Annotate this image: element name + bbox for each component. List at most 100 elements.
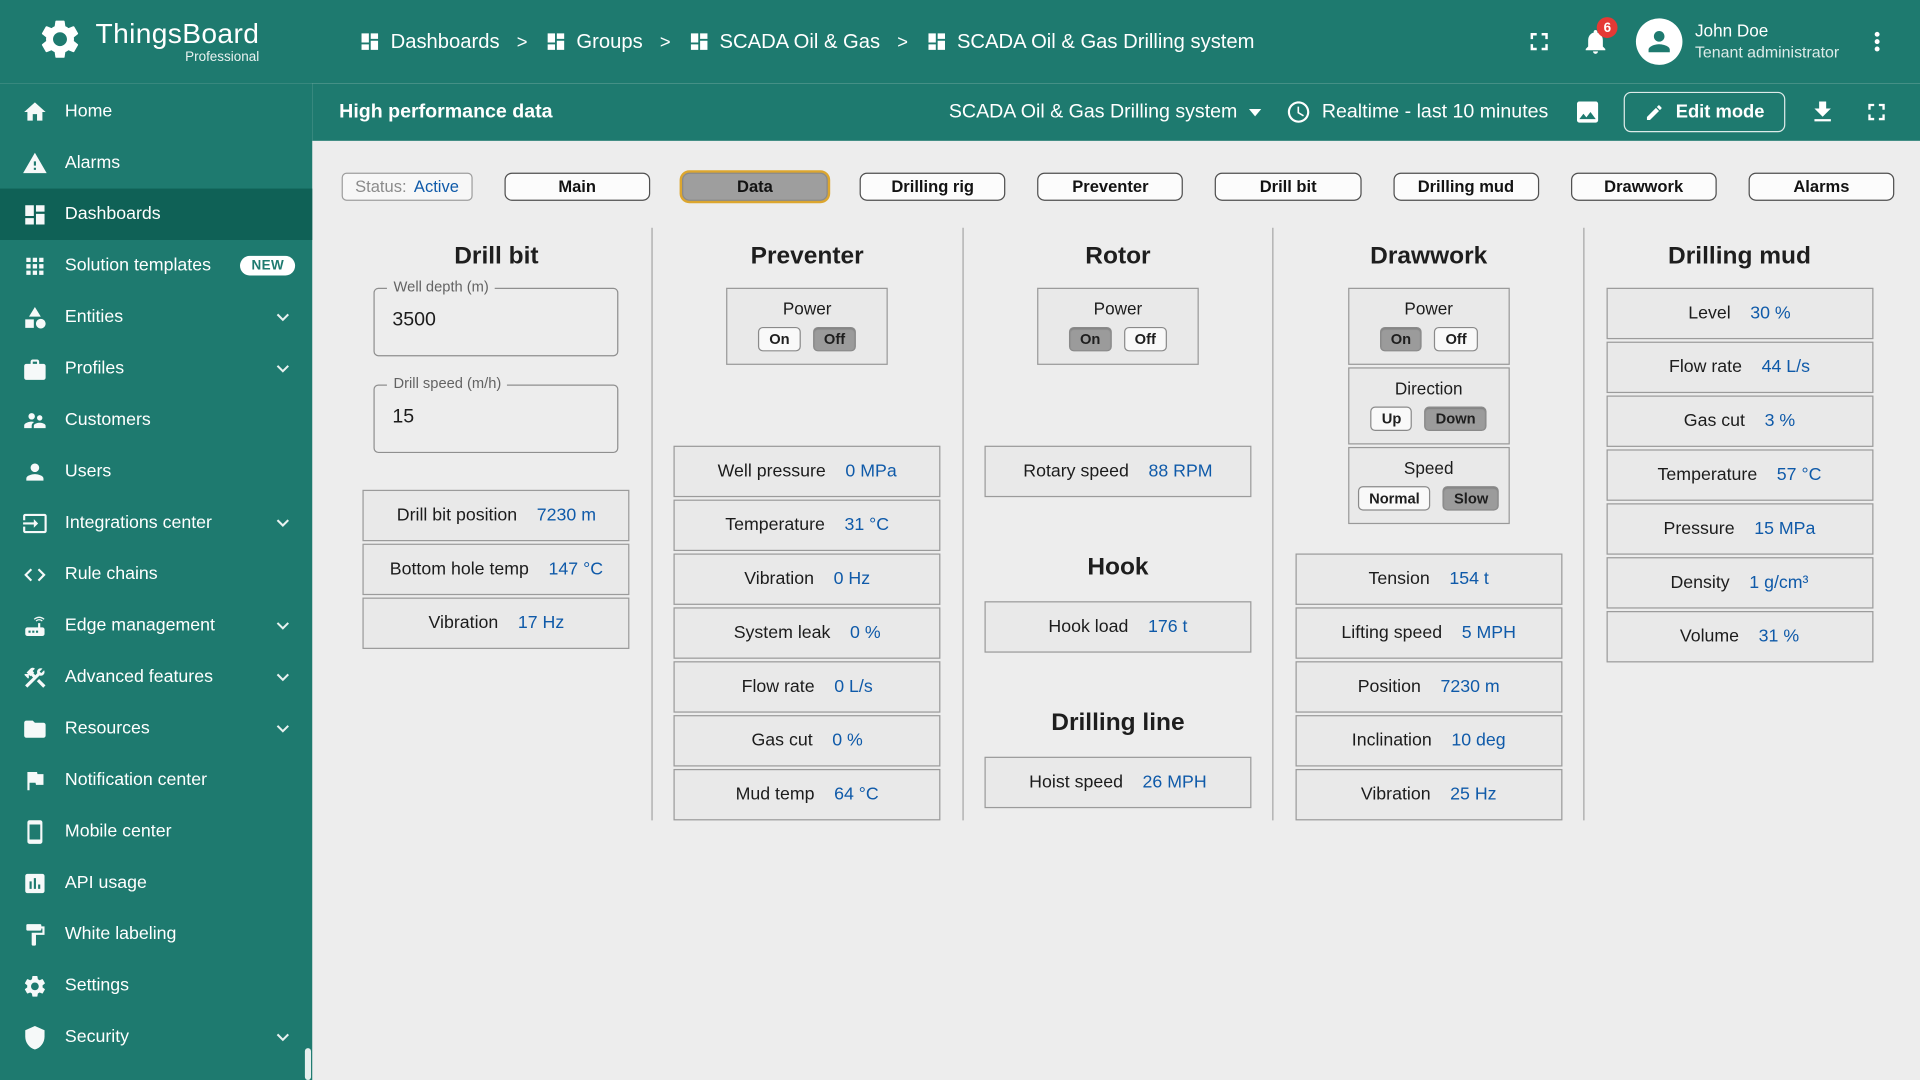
sidebar-item-solution-templates[interactable]: Solution templates NEW (0, 240, 312, 291)
folder-icon (24, 719, 46, 738)
toggle-group-label: Power (782, 298, 832, 319)
warning-icon (23, 152, 47, 173)
thingsboard-logo[interactable]: ThingsBoard Professional (0, 15, 312, 68)
breadcrumb-item-scada-oil-gas[interactable]: SCADA Oil & Gas (688, 30, 880, 53)
image-button[interactable] (1563, 88, 1612, 137)
sidebar-item-entities[interactable]: Entities (0, 291, 312, 342)
chevron-down-icon (276, 313, 289, 322)
dashboards-icon (25, 204, 45, 224)
breadcrumb-item-scada-oil-gas-drilling-system[interactable]: SCADA Oil & Gas Drilling system (925, 30, 1254, 53)
toggle-option-direction-up[interactable]: Up (1370, 406, 1413, 432)
dashboards-icon (361, 33, 379, 50)
sidebar-item-advanced-features[interactable]: Advanced features (0, 651, 312, 702)
sidebar-item-white-labeling[interactable]: White labeling (0, 909, 312, 960)
sidebar-item-integrations-center[interactable]: Integrations center (0, 497, 312, 548)
sidebar-item-alarms[interactable]: Alarms (0, 137, 312, 188)
reading-label: Hoist speed (1029, 772, 1123, 793)
fullscreen-icon (1530, 33, 1549, 51)
breadcrumb-item-dashboards[interactable]: Dashboards (359, 30, 500, 53)
reading-row-hoist-speed: Hoist speed 26 MPH (984, 756, 1252, 809)
reading-row-vibration: Vibration 17 Hz (362, 597, 630, 649)
readings-card: Drill bit position 7230 m Bottom hole temp… (362, 489, 630, 649)
sidebar-item-resources[interactable]: Resources (0, 703, 312, 754)
state-button-main[interactable]: Main (504, 172, 651, 201)
toggle-group-label: Power (1093, 298, 1143, 319)
sidebar-item-edge-management[interactable]: Edge management (0, 600, 312, 651)
chevron-down-icon (276, 622, 289, 630)
toggle-option-power-off[interactable]: Off (812, 326, 857, 352)
input-well-depth-m[interactable]: Well depth (m) 3500 (373, 277, 619, 357)
download-button[interactable] (1798, 88, 1847, 137)
breadcrumb-separator: > (659, 31, 671, 53)
sidebar-item-rule-chains[interactable]: Rule chains (0, 549, 312, 600)
state-button-alarms[interactable]: Alarms (1748, 172, 1895, 201)
toggle-group-power: Power On Off (726, 287, 888, 365)
input-icon (23, 513, 47, 533)
status-chip: Status: Active (341, 172, 473, 201)
reading-row-pressure: Pressure 15 MPa (1606, 503, 1873, 555)
sidebar-item-customers[interactable]: Customers (0, 394, 312, 445)
panel-column-drilling-mud: Drilling mud Level 30 % Flow rate 44 L/s Gas … (1583, 227, 1894, 821)
dashboard-state-title: High performance data (339, 101, 553, 122)
sidebar-item-profiles[interactable]: Profiles (0, 343, 312, 394)
sidebar-item-api-usage[interactable]: API usage (0, 857, 312, 908)
reading-row-position: Position 7230 m (1295, 661, 1563, 713)
toggle-option-speed-slow[interactable]: Slow (1442, 486, 1500, 511)
state-button-drill-bit[interactable]: Drill bit (1215, 172, 1362, 201)
avatar[interactable] (1636, 18, 1683, 65)
panel-columns: Drill bit Well depth (m) 3500 Drill speed (… (342, 227, 1895, 821)
sidebar-item-security[interactable]: Security (0, 1011, 312, 1062)
reading-label: Mud temp (735, 784, 815, 805)
state-button-preventer[interactable]: Preventer (1037, 172, 1184, 201)
breadcrumb-item-groups[interactable]: Groups (545, 30, 643, 53)
reading-row-hook-load: Hook load 176 t (984, 601, 1252, 653)
section-drill-bit: Drill bit Well depth (m) 3500 Drill speed (… (347, 242, 647, 649)
state-button-data[interactable]: Data (681, 172, 828, 201)
breadcrumb-label: SCADA Oil & Gas Drilling system (956, 29, 1255, 53)
sidebar-item-mobile-center[interactable]: Mobile center (0, 806, 312, 857)
readings-card: Level 30 % Flow rate 44 L/s Gas cut 3 % Temper… (1606, 287, 1873, 663)
edit-mode-button[interactable]: Edit mode (1624, 91, 1786, 133)
reading-value: 0 MPa (845, 461, 897, 482)
toggle-option-power-on[interactable]: On (1379, 326, 1423, 352)
more-menu-button[interactable] (1851, 16, 1902, 67)
panel-column-preventer: Preventer Power On Off Well pressure 0 MPa Tem… (651, 227, 962, 821)
reading-label: Flow rate (1668, 357, 1743, 378)
state-button-drawwork[interactable]: Drawwork (1570, 172, 1717, 201)
state-button-row: Status: Active Main Data Drilling rig Preve… (341, 172, 1895, 201)
sidebar-item-notification-center[interactable]: Notification center (0, 754, 312, 805)
dashboard-select[interactable]: SCADA Oil & Gas Drilling system (949, 101, 1261, 123)
fullscreen-button[interactable] (1514, 16, 1565, 67)
sidebar-item-home[interactable]: Home (0, 86, 312, 137)
input-value[interactable]: 15 (375, 386, 617, 429)
reading-row-system-leak: System leak 0 % (673, 607, 941, 659)
state-button-drilling-rig[interactable]: Drilling rig (859, 172, 1006, 201)
reading-value: 44 L/s (1761, 357, 1810, 378)
toggle-option-power-on[interactable]: On (1068, 326, 1112, 352)
toggles-group: Power On Off (968, 287, 1268, 365)
reading-row-level: Level 30 % (1606, 287, 1873, 340)
home-icon (24, 101, 46, 120)
section-title: Hook (1087, 553, 1149, 581)
toggle-option-speed-normal[interactable]: Normal (1358, 486, 1431, 511)
input-value[interactable]: 3500 (375, 289, 617, 332)
toggle-option-power-off[interactable]: Off (1123, 326, 1167, 352)
sidebar-item-users[interactable]: Users (0, 446, 312, 497)
reading-label: Vibration (744, 569, 814, 589)
dashboard-fullscreen-button[interactable] (1851, 88, 1900, 137)
toggle-option-power-on[interactable]: On (758, 326, 801, 352)
sidebar-item-settings[interactable]: Settings (0, 960, 312, 1011)
reading-value: 57 °C (1776, 465, 1822, 485)
time-window-button[interactable]: Realtime - last 10 minutes (1285, 99, 1548, 125)
body-row: Home Alarms Dashboards Solution templates NE… (0, 83, 1920, 1080)
notifications-button[interactable]: 6 (1570, 16, 1621, 67)
sidebar-item-dashboards[interactable]: Dashboards (0, 188, 313, 240)
toggle-option-direction-down[interactable]: Down (1424, 406, 1487, 432)
reading-row-volume: Volume 31 % (1606, 611, 1873, 663)
state-button-drilling-mud[interactable]: Drilling mud (1392, 172, 1539, 201)
reading-value: 147 °C (548, 559, 604, 580)
toggle-option-power-off[interactable]: Off (1434, 326, 1478, 352)
sidebar-scrollbar[interactable] (304, 1048, 312, 1080)
input-label: Drill speed (m/h) (387, 374, 508, 392)
input-drill-speed-m-h[interactable]: Drill speed (m/h) 15 (373, 374, 619, 454)
